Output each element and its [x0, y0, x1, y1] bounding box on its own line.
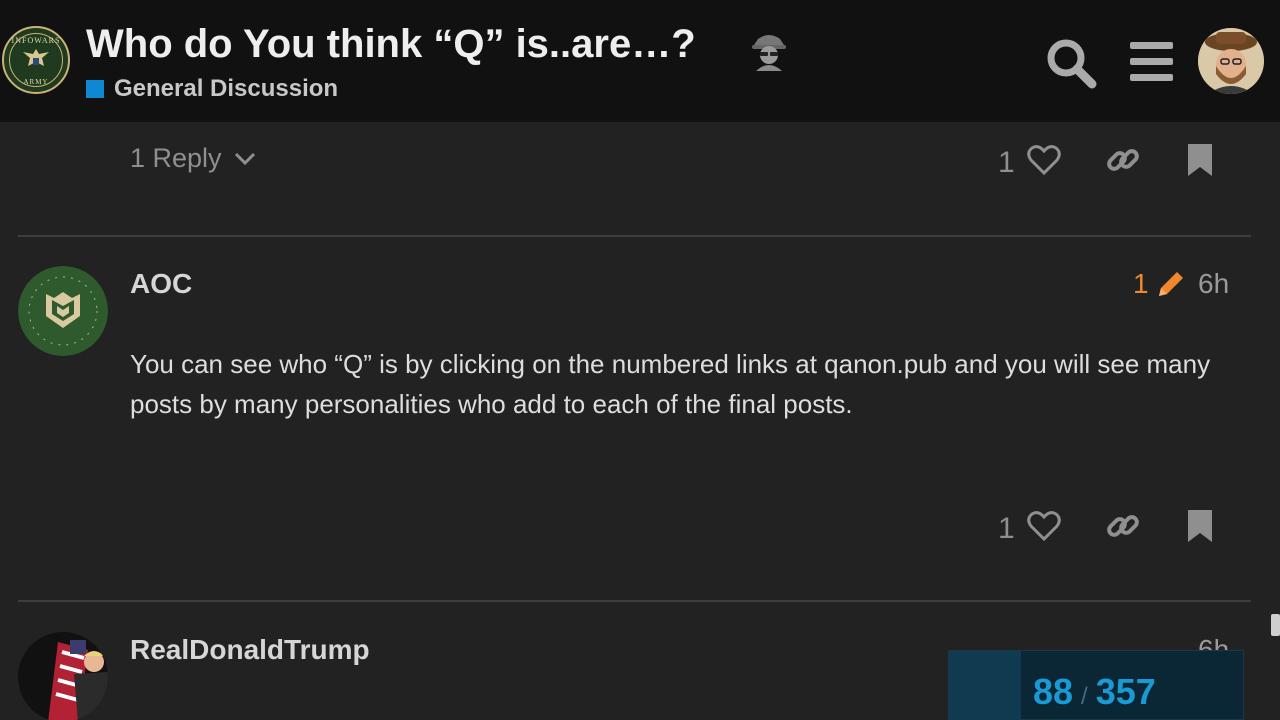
pencil-icon — [1158, 272, 1183, 296]
eagle-icon — [23, 49, 49, 66]
like-count[interactable]: 1 — [998, 512, 1015, 546]
category-badge[interactable]: General Discussion — [86, 74, 338, 104]
copy-link-button[interactable] — [1105, 508, 1141, 549]
topic-title[interactable]: Who do You think “Q” is..are…? — [86, 22, 696, 67]
scrollbar-thumb[interactable] — [1271, 614, 1280, 636]
progress-separator: / — [1081, 683, 1088, 710]
post-username[interactable]: RealDonaldTrump — [130, 634, 370, 666]
post-actions: 1 — [998, 508, 1213, 549]
post-divider — [18, 600, 1251, 602]
post-author-avatar[interactable] — [18, 632, 108, 720]
logo-top-text: INFOWARS — [11, 36, 61, 45]
chevron-down-icon — [234, 152, 255, 165]
bookmark-button[interactable] — [1187, 143, 1213, 182]
category-color-swatch — [86, 80, 104, 98]
hamburger-menu-button[interactable] — [1126, 40, 1176, 84]
post-date[interactable]: 6h — [1198, 268, 1229, 300]
current-user-avatar[interactable] — [1198, 28, 1264, 94]
post-author-avatar[interactable] — [18, 266, 108, 356]
post-body-partial: ... — [130, 708, 152, 720]
post-divider — [18, 235, 1251, 237]
like-button[interactable] — [1026, 144, 1061, 181]
bookmark-icon — [1187, 510, 1212, 542]
post-username[interactable]: AOC — [130, 268, 192, 300]
menu-bar-icon — [1130, 74, 1173, 81]
reply-count-label: 1 Reply — [130, 143, 222, 173]
edit-count: 1 — [1133, 268, 1149, 299]
logo-bottom-text: ARMY — [23, 78, 49, 86]
like-count[interactable]: 1 — [998, 146, 1015, 180]
progress-numbers: 88 / 357 — [1033, 671, 1156, 713]
search-icon — [1047, 39, 1097, 89]
detective-icon — [752, 35, 786, 71]
copy-link-button[interactable] — [1105, 142, 1141, 183]
menu-bar-icon — [1130, 42, 1173, 49]
link-icon — [1106, 149, 1139, 171]
post-actions: 1 — [998, 142, 1213, 183]
menu-bar-icon — [1130, 58, 1173, 65]
heart-icon — [1026, 511, 1061, 542]
link-icon — [1106, 515, 1139, 537]
progress-fill — [949, 651, 1022, 719]
post-body: You can see who “Q” is by clicking on th… — [130, 349, 1211, 419]
bookmark-icon — [1187, 144, 1212, 176]
show-replies-button[interactable]: 1 Reply — [130, 143, 256, 174]
site-header: INFOWARS ARMY Who do You think “Q” is..a… — [0, 0, 1280, 122]
search-button[interactable] — [1044, 36, 1098, 90]
bookmark-button[interactable] — [1187, 509, 1213, 548]
heart-icon — [1026, 145, 1061, 176]
progress-total: 357 — [1095, 671, 1156, 712]
like-button[interactable] — [1026, 510, 1061, 547]
site-logo[interactable]: INFOWARS ARMY — [2, 26, 70, 94]
topic-progress[interactable]: 88 / 357 — [948, 650, 1244, 720]
category-label: General Discussion — [114, 75, 339, 102]
progress-current: 88 — [1033, 671, 1074, 712]
post-edit-history-button[interactable]: 1 — [1133, 268, 1187, 300]
